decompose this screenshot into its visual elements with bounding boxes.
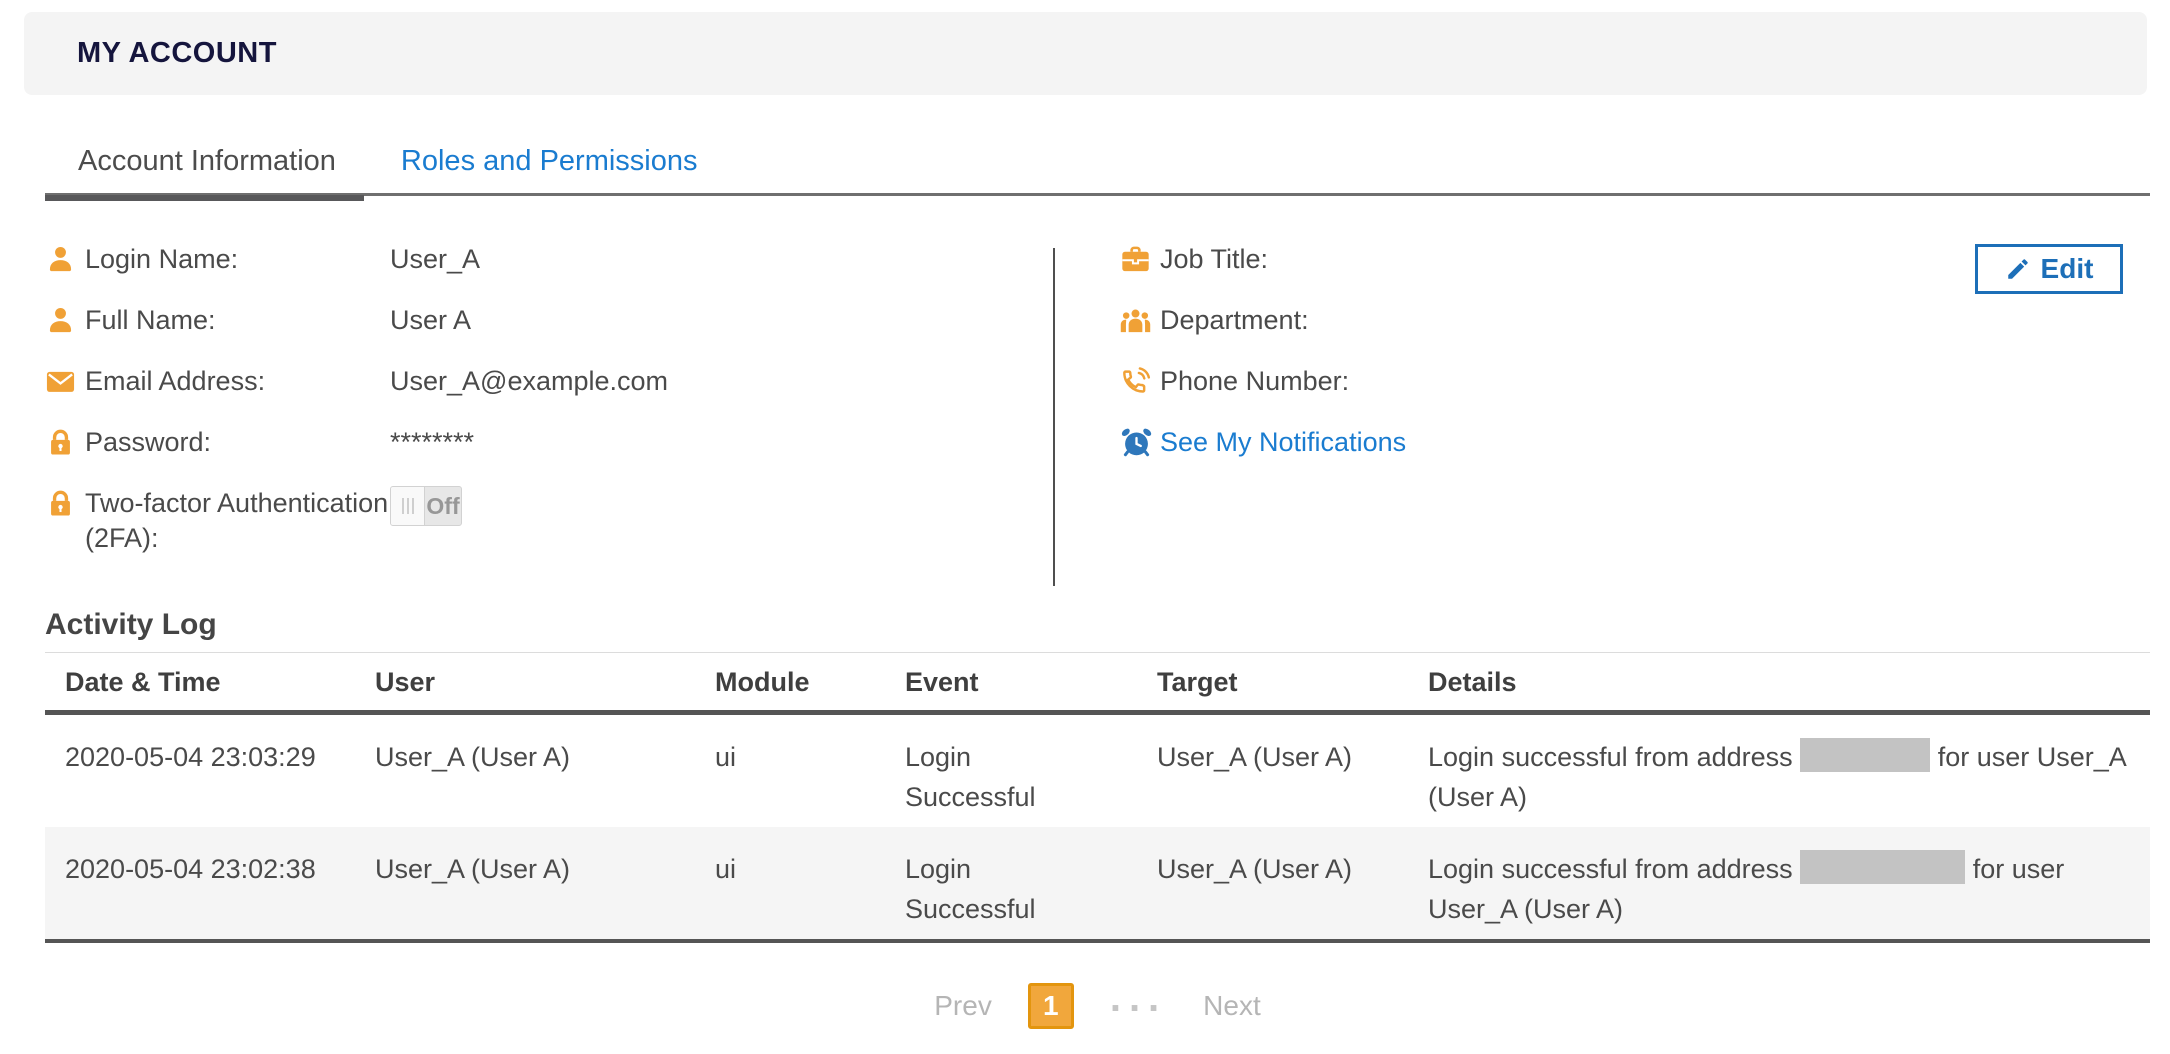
email-label: Email Address:	[85, 364, 390, 399]
briefcase-icon	[1120, 244, 1151, 275]
user-icon	[45, 305, 76, 336]
prev-page-button[interactable]: Prev	[934, 990, 992, 1022]
my-account-page: MY ACCOUNT Account Information Roles and…	[0, 0, 2170, 1054]
password-label: Password:	[85, 425, 390, 460]
job-title-label: Job Title:	[1160, 242, 1406, 277]
department-field: Department:	[1120, 303, 1406, 338]
two-factor-value: Off	[390, 486, 2150, 526]
activity-log-table: Date & Time User Module Event Target Det…	[45, 652, 2150, 943]
user-cell: User_A (User A)	[375, 827, 715, 939]
alarm-clock-icon	[1120, 426, 1154, 460]
pagination: Prev 1 ... Next	[45, 983, 2150, 1029]
activity-log-title: Activity Log	[45, 608, 2170, 642]
phone-number-field: Phone Number:	[1120, 364, 1406, 399]
datetime-cell: 2020-05-04 23:02:38	[45, 827, 375, 939]
activity-log-header-row: Date & Time User Module Event Target Det…	[45, 652, 2150, 715]
user-icon	[45, 244, 76, 275]
column-header-event: Event	[905, 653, 1157, 710]
login-name-field: Login Name: User_A	[45, 242, 2150, 277]
edit-button-label: Edit	[2041, 253, 2094, 285]
two-factor-label: Two-factor Authentication (2FA):	[85, 486, 390, 556]
next-page-button[interactable]: Next	[1203, 990, 1261, 1022]
page-title: MY ACCOUNT	[77, 37, 277, 70]
phone-icon	[1120, 366, 1151, 397]
pencil-icon	[2005, 256, 2031, 282]
account-info-left-column: Login Name: User_A Full Name: User A Ema…	[45, 242, 2150, 556]
account-info-right-column: Job Title: Department: Phone Number: See…	[1120, 242, 1406, 460]
column-divider	[1053, 248, 1055, 586]
tab-roles-and-permissions[interactable]: Roles and Permissions	[401, 145, 698, 178]
event-cell: Login Successful	[905, 827, 1157, 939]
column-header-target: Target	[1157, 653, 1428, 710]
page-1-button[interactable]: 1	[1028, 983, 1074, 1029]
details-text-before: Login successful from address	[1428, 854, 1793, 884]
full-name-field: Full Name: User A	[45, 303, 2150, 338]
column-header-datetime: Date & Time	[45, 653, 375, 710]
pagination-ellipsis[interactable]: ...	[1110, 988, 1167, 1008]
see-my-notifications-label: See My Notifications	[1160, 425, 1406, 460]
envelope-icon	[45, 366, 76, 397]
full-name-label: Full Name:	[85, 303, 390, 338]
tab-account-information[interactable]: Account Information	[78, 145, 336, 178]
redacted-ip-address	[1800, 738, 1930, 772]
password-field: Password: ********	[45, 425, 2150, 460]
phone-number-label: Phone Number:	[1160, 364, 1406, 399]
user-cell: User_A (User A)	[375, 715, 715, 827]
details-cell: Login successful from address for user U…	[1428, 715, 2150, 827]
account-info-section: Login Name: User_A Full Name: User A Ema…	[45, 242, 2150, 572]
lock-icon	[45, 427, 76, 458]
redacted-ip-address	[1800, 850, 1965, 884]
column-header-module: Module	[715, 653, 905, 710]
page-header: MY ACCOUNT	[24, 12, 2147, 95]
department-icon	[1120, 305, 1151, 336]
target-cell: User_A (User A)	[1157, 715, 1428, 827]
toggle-knob-icon	[391, 487, 425, 525]
edit-button[interactable]: Edit	[1975, 244, 2123, 294]
email-field: Email Address: User_A@example.com	[45, 364, 2150, 399]
table-row: 2020-05-04 23:02:38 User_A (User A) ui L…	[45, 827, 2150, 939]
job-title-field: Job Title:	[1120, 242, 1406, 277]
column-header-user: User	[375, 653, 715, 710]
details-cell: Login successful from address for user U…	[1428, 827, 2150, 939]
two-factor-field: Two-factor Authentication (2FA): Off	[45, 486, 2150, 556]
activity-log-body: 2020-05-04 23:03:29 User_A (User A) ui L…	[45, 715, 2150, 943]
login-name-label: Login Name:	[85, 242, 390, 277]
details-text-before: Login successful from address	[1428, 742, 1793, 772]
column-header-details: Details	[1428, 653, 2150, 710]
table-row: 2020-05-04 23:03:29 User_A (User A) ui L…	[45, 715, 2150, 827]
department-label: Department:	[1160, 303, 1406, 338]
see-my-notifications-link[interactable]: See My Notifications	[1120, 425, 1406, 460]
target-cell: User_A (User A)	[1157, 827, 1428, 939]
event-cell: Login Successful	[905, 715, 1157, 827]
two-factor-toggle[interactable]: Off	[390, 486, 462, 526]
lock-icon	[45, 488, 76, 519]
tab-bar: Account Information Roles and Permission…	[45, 129, 2150, 196]
datetime-cell: 2020-05-04 23:03:29	[45, 715, 375, 827]
toggle-state-label: Off	[425, 487, 461, 525]
module-cell: ui	[715, 827, 905, 939]
module-cell: ui	[715, 715, 905, 827]
